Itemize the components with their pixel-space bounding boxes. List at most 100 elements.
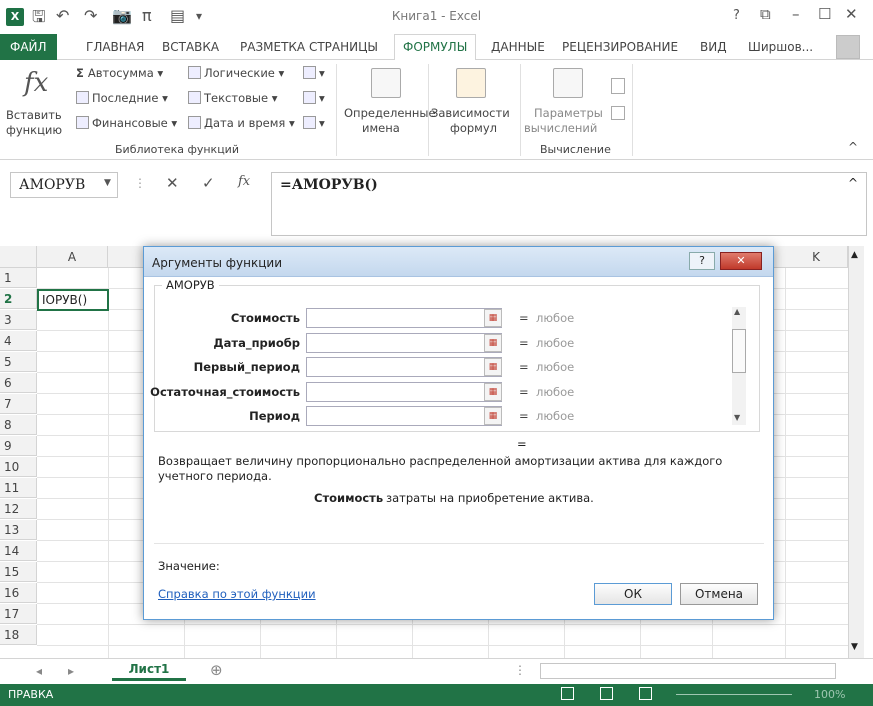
- row-header[interactable]: 16: [0, 583, 37, 603]
- dialog-close-button[interactable]: ✕: [720, 252, 762, 270]
- row-header[interactable]: 11: [0, 478, 37, 498]
- page-break-view-icon[interactable]: [639, 687, 652, 700]
- financial-button[interactable]: Финансовые ▾: [76, 116, 177, 130]
- active-cell-a2[interactable]: ІОРУВ(): [37, 289, 109, 311]
- insert-function-icon[interactable]: fx: [24, 68, 48, 98]
- row-header[interactable]: 1: [0, 268, 37, 288]
- select-all-corner[interactable]: [0, 246, 37, 268]
- row-header[interactable]: 7: [0, 394, 37, 414]
- row-header[interactable]: 6: [0, 373, 37, 393]
- recent-button[interactable]: Последние ▾: [76, 91, 168, 105]
- row-header[interactable]: 4: [0, 331, 37, 351]
- calculate-now-icon[interactable]: [611, 78, 625, 94]
- arg-input-date-purchased[interactable]: [306, 333, 502, 353]
- autosum-button[interactable]: Σ Автосумма ▾: [76, 66, 163, 80]
- datetime-button[interactable]: Дата и время ▾: [188, 116, 295, 130]
- formula-auditing-icon[interactable]: [456, 68, 486, 98]
- horizontal-scrollbar[interactable]: [540, 663, 836, 679]
- collapse-dialog-icon[interactable]: ▦: [484, 309, 502, 327]
- text-button[interactable]: Текстовые ▾: [188, 91, 277, 105]
- function-help-link[interactable]: Справка по этой функции: [158, 587, 316, 601]
- collapse-dialog-icon[interactable]: ▦: [484, 334, 502, 352]
- collapse-dialog-icon[interactable]: ▦: [484, 407, 502, 425]
- prev-sheet-icon[interactable]: ◂: [36, 664, 42, 678]
- defined-names-label[interactable]: Определенные: [344, 106, 436, 120]
- row-header[interactable]: 2: [0, 289, 37, 309]
- help-icon[interactable]: ?: [733, 8, 740, 23]
- tab-home[interactable]: ГЛАВНАЯ: [86, 40, 144, 54]
- row-header[interactable]: 8: [0, 415, 37, 435]
- scroll-down-icon[interactable]: ▼: [734, 413, 740, 422]
- scroll-down-icon[interactable]: ▼: [851, 642, 858, 652]
- ok-button[interactable]: ОК: [594, 583, 672, 605]
- logical-button[interactable]: Логические ▾: [188, 66, 284, 80]
- tab-insert[interactable]: ВСТАВКА: [162, 40, 219, 54]
- tab-data[interactable]: ДАННЫЕ: [491, 40, 545, 54]
- tab-splitter[interactable]: ⋮: [514, 663, 526, 677]
- tab-formulas[interactable]: ФОРМУЛЫ: [394, 34, 477, 61]
- arg-input-first-period[interactable]: [306, 357, 502, 377]
- dialog-title-bar[interactable]: Аргументы функции ? ✕: [144, 247, 773, 277]
- arg-input-cost[interactable]: [306, 308, 502, 328]
- row-header[interactable]: 10: [0, 457, 37, 477]
- formula-auditing-label-2[interactable]: формул: [450, 121, 497, 135]
- row-header[interactable]: 15: [0, 562, 37, 582]
- zoom-slider[interactable]: [676, 694, 792, 695]
- row-header[interactable]: 13: [0, 520, 37, 540]
- collapse-ribbon-icon[interactable]: ^: [848, 140, 858, 154]
- arguments-scrollbar[interactable]: ▲ ▼: [732, 307, 746, 425]
- user-account[interactable]: Ширшов...: [748, 40, 813, 54]
- close-button[interactable]: ✕: [845, 5, 858, 23]
- insert-function-label[interactable]: Вставить: [6, 108, 62, 122]
- dialog-help-button[interactable]: ?: [689, 252, 715, 270]
- row-header[interactable]: 9: [0, 436, 37, 456]
- minimize-button[interactable]: –: [792, 5, 800, 23]
- defined-names-icon[interactable]: [371, 68, 401, 98]
- row-header[interactable]: 5: [0, 352, 37, 372]
- insert-function-label-2[interactable]: функцию: [6, 123, 62, 137]
- expand-formula-bar-icon[interactable]: ^: [848, 176, 858, 190]
- math-button[interactable]: ▾: [303, 91, 325, 105]
- insert-function-fx-icon[interactable]: fx: [238, 174, 250, 189]
- row-header[interactable]: 3: [0, 310, 37, 330]
- more-functions-button[interactable]: ▾: [303, 116, 325, 130]
- collapse-dialog-icon[interactable]: ▦: [484, 383, 502, 401]
- row-header[interactable]: 12: [0, 499, 37, 519]
- add-sheet-icon[interactable]: ⊕: [210, 661, 223, 679]
- tab-view[interactable]: ВИД: [700, 40, 727, 54]
- row-header[interactable]: 18: [0, 625, 37, 645]
- scroll-up-icon[interactable]: ▲: [734, 307, 740, 316]
- confirm-entry-icon[interactable]: ✓: [202, 174, 215, 192]
- sheet-tab-list1[interactable]: Лист1: [112, 659, 186, 681]
- collapse-dialog-icon[interactable]: ▦: [484, 358, 502, 376]
- name-box[interactable]: АМОРУВ: [10, 172, 118, 198]
- tab-page-layout[interactable]: РАЗМЕТКА СТРАНИЦЫ: [240, 40, 378, 54]
- namebox-dropdown-icon[interactable]: ▼: [104, 178, 111, 188]
- calc-options-icon[interactable]: [553, 68, 583, 98]
- tab-file[interactable]: ФАЙЛ: [0, 34, 57, 60]
- row-header[interactable]: 17: [0, 604, 37, 624]
- vertical-scrollbar[interactable]: ▲ ▼: [848, 246, 864, 658]
- ribbon-options-icon[interactable]: ⧉: [760, 5, 771, 23]
- tab-review[interactable]: РЕЦЕНЗИРОВАНИЕ: [562, 40, 678, 54]
- defined-names-label-2[interactable]: имена: [362, 121, 400, 135]
- calc-options-label[interactable]: Параметры: [534, 106, 603, 120]
- arg-input-period[interactable]: [306, 406, 502, 426]
- row-header[interactable]: 14: [0, 541, 37, 561]
- avatar[interactable]: [836, 35, 860, 59]
- formula-input[interactable]: =АМОРУВ(): [271, 172, 867, 236]
- scroll-thumb[interactable]: [732, 329, 746, 373]
- calc-options-label-2[interactable]: вычислений: [524, 121, 597, 135]
- formula-auditing-label[interactable]: Зависимости: [431, 106, 510, 120]
- calculate-sheet-icon[interactable]: [611, 106, 625, 120]
- column-header-k[interactable]: K: [785, 246, 848, 268]
- column-header-a[interactable]: A: [37, 246, 108, 268]
- next-sheet-icon[interactable]: ▸: [68, 664, 74, 678]
- normal-view-icon[interactable]: [561, 687, 574, 700]
- cancel-entry-icon[interactable]: ✕: [166, 174, 179, 192]
- scroll-up-icon[interactable]: ▲: [851, 250, 858, 260]
- page-layout-view-icon[interactable]: [600, 687, 613, 700]
- arg-input-salvage[interactable]: [306, 382, 502, 402]
- maximize-button[interactable]: ☐: [818, 5, 831, 23]
- lookup-button[interactable]: ▾: [303, 66, 325, 80]
